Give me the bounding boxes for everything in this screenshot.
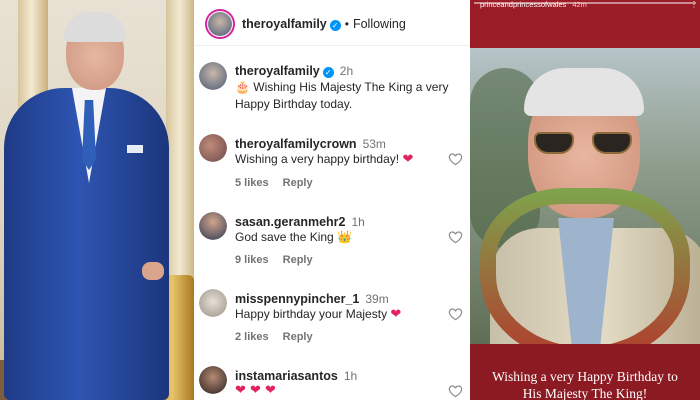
- author-avatar[interactable]: [205, 9, 235, 39]
- king-hair: [64, 12, 126, 42]
- like-heart-icon[interactable]: [448, 230, 463, 244]
- commenter-username[interactable]: theroyalfamilycrown: [235, 137, 357, 151]
- crown-emoji: 👑: [337, 230, 353, 244]
- verified-badge-icon: ✓: [322, 67, 334, 78]
- likes-count[interactable]: 9 likes: [235, 254, 269, 266]
- instagram-story-panel: princeandprincessofwales 42m ⋮ Wishing a …: [470, 0, 700, 400]
- instagram-comments-panel: theroyalfamily ✓ • Following theroyalfamily…: [194, 0, 470, 400]
- reply-button[interactable]: Reply: [283, 331, 313, 343]
- reply-button[interactable]: Reply: [283, 254, 313, 266]
- story-user-info: princeandprincessofwales 42m: [480, 0, 587, 9]
- comment-time: 53m: [362, 137, 386, 151]
- story-caption: Wishing a very Happy Birthday to His Maj…: [492, 369, 678, 400]
- author-username[interactable]: theroyalfamily: [242, 17, 327, 31]
- comment-text: God save the King 👑: [235, 230, 353, 244]
- commenter-avatar[interactable]: [199, 366, 227, 394]
- verified-badge-icon: ✓: [329, 20, 341, 31]
- red-heart-emoji: ❤: [402, 152, 414, 167]
- red-heart-emoji: ❤ ❤ ❤: [235, 383, 276, 398]
- comment-text: Happy birthday your Majesty ❤: [235, 307, 402, 322]
- reply-button[interactable]: Reply: [283, 177, 313, 189]
- comment-meta: 2 likes Reply: [235, 331, 327, 343]
- red-heart-emoji: ❤: [390, 307, 402, 322]
- cake-emoji: 🎂: [235, 80, 250, 94]
- comment-text: ❤ ❤ ❤: [235, 382, 276, 399]
- comment-time: 1h: [343, 369, 358, 383]
- story-menu-icon[interactable]: ⋮: [690, 0, 698, 9]
- commenter-username[interactable]: instamariasantos: [235, 369, 338, 383]
- likes-count[interactable]: 5 likes: [235, 177, 269, 189]
- commenter-avatar[interactable]: [199, 134, 227, 162]
- post-header: theroyalfamily ✓ • Following: [194, 0, 470, 46]
- left-photo-king-portrait: [0, 0, 194, 400]
- story-header: princeandprincessofwales 42m ⋮: [470, 0, 700, 48]
- sunglasses-icon: [534, 132, 636, 154]
- caption-author-username[interactable]: theroyalfamily: [235, 64, 320, 78]
- like-heart-icon[interactable]: [448, 307, 463, 321]
- caption-author-avatar[interactable]: [199, 62, 227, 90]
- caption-time: 2h: [339, 64, 354, 78]
- commenter-username[interactable]: misspennypincher_1: [235, 292, 359, 306]
- commenter-avatar[interactable]: [199, 212, 227, 240]
- flower-garland: [480, 188, 690, 344]
- comment-meta: 5 likes Reply: [235, 177, 327, 189]
- caption-text: 🎂 Wishing His Majesty The King a very Ha…: [235, 80, 449, 111]
- king-hand: [142, 262, 164, 280]
- story-time: 42m: [572, 0, 587, 9]
- commenter-username[interactable]: sasan.geranmehr2: [235, 215, 345, 229]
- separator-dot: •: [344, 17, 349, 31]
- comment-text: Wishing a very happy birthday! ❤: [235, 152, 414, 167]
- story-photo-king-garland: [470, 48, 700, 344]
- story-username[interactable]: princeandprincessofwales: [480, 0, 566, 9]
- comment-time: 1h: [351, 215, 365, 229]
- comment-time: 39m: [365, 292, 389, 306]
- commenter-avatar[interactable]: [199, 289, 227, 317]
- following-button[interactable]: Following: [353, 17, 406, 31]
- like-heart-icon[interactable]: [448, 384, 463, 398]
- pocket-square: [127, 145, 143, 153]
- king-hair: [524, 68, 644, 116]
- likes-count[interactable]: 2 likes: [235, 331, 269, 343]
- like-heart-icon[interactable]: [448, 152, 463, 166]
- comment-meta: 9 likes Reply: [235, 254, 327, 266]
